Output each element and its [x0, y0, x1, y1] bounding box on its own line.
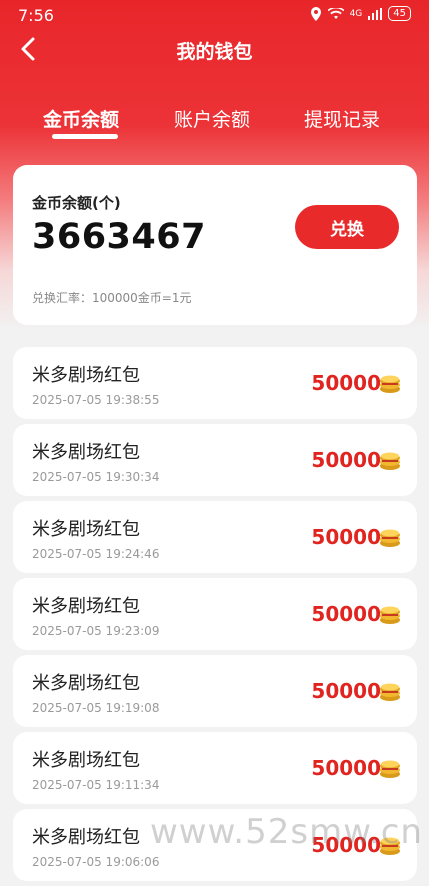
coin-stack-icon	[380, 606, 400, 624]
record-amount: 50000	[311, 525, 381, 549]
record-time: 2025-07-05 19:11:34	[32, 778, 160, 792]
page-title: 我的钱包	[176, 41, 253, 63]
status-icons: 4G 45	[310, 6, 411, 21]
record-title: 米多剧场红包	[32, 750, 140, 771]
record-title: 米多剧场红包	[32, 827, 140, 848]
wifi-icon	[327, 7, 344, 19]
record-amount: 50000	[311, 602, 381, 626]
record-amount: 50000	[311, 679, 381, 703]
list-item[interactable]: 米多剧场红包 2025-07-05 19:30:34 50000	[13, 424, 417, 496]
record-title: 米多剧场红包	[32, 673, 140, 694]
exchange-rate-text: 兑换汇率：100000金币=1元	[32, 291, 192, 305]
record-time: 2025-07-05 19:06:06	[32, 855, 160, 869]
record-amount: 50000	[311, 371, 381, 395]
navigation-bar: 我的钱包	[0, 30, 429, 70]
tab-withdraw-records[interactable]: 提现记录	[304, 105, 380, 132]
record-time: 2025-07-05 19:24:46	[32, 547, 160, 561]
record-title: 米多剧场红包	[32, 596, 140, 617]
location-icon	[310, 6, 321, 21]
battery-indicator: 45	[388, 6, 411, 21]
coin-balance-label: 金币余额(个)	[32, 194, 121, 212]
coin-stack-icon	[380, 683, 400, 701]
record-amount: 50000	[311, 448, 381, 472]
record-title: 米多剧场红包	[32, 442, 140, 463]
coin-record-list: 米多剧场红包 2025-07-05 19:38:55 50000 米多剧场红包 …	[13, 347, 417, 886]
tab-coin-balance[interactable]: 金币余额	[43, 105, 119, 132]
list-item[interactable]: 米多剧场红包 2025-07-05 19:23:09 50000	[13, 578, 417, 650]
record-time: 2025-07-05 19:30:34	[32, 470, 160, 484]
tab-account-balance[interactable]: 账户余额	[174, 105, 250, 132]
record-time: 2025-07-05 19:19:08	[32, 701, 160, 715]
record-title: 米多剧场红包	[32, 365, 140, 386]
coin-stack-icon	[380, 452, 400, 470]
signal-icon	[368, 7, 383, 20]
record-title: 米多剧场红包	[32, 519, 140, 540]
coin-stack-icon	[380, 375, 400, 393]
exchange-button[interactable]: 兑换	[295, 205, 399, 249]
record-time: 2025-07-05 19:23:09	[32, 624, 160, 638]
list-item[interactable]: 米多剧场红包 2025-07-05 19:38:55 50000	[13, 347, 417, 419]
record-time: 2025-07-05 19:38:55	[32, 393, 160, 407]
coin-stack-icon	[380, 760, 400, 778]
status-time: 7:56	[18, 6, 54, 25]
list-item[interactable]: 米多剧场红包 2025-07-05 19:19:08 50000	[13, 655, 417, 727]
balance-card: 金币余额(个) 3663467 兑换 兑换汇率：100000金币=1元	[13, 165, 417, 325]
list-item[interactable]: 米多剧场红包 2025-07-05 19:11:34 50000	[13, 732, 417, 804]
record-amount: 50000	[311, 756, 381, 780]
network-type: 4G	[349, 8, 363, 19]
list-item[interactable]: 米多剧场红包 2025-07-05 19:24:46 50000	[13, 501, 417, 573]
watermark: www.52smw.cn	[150, 812, 423, 852]
tab-bar: 金币余额 账户余额 提现记录	[0, 100, 429, 140]
status-bar: 7:56 4G 45	[0, 0, 429, 30]
coin-stack-icon	[380, 529, 400, 547]
active-tab-indicator	[52, 134, 118, 139]
coin-balance-value: 3663467	[32, 217, 206, 257]
